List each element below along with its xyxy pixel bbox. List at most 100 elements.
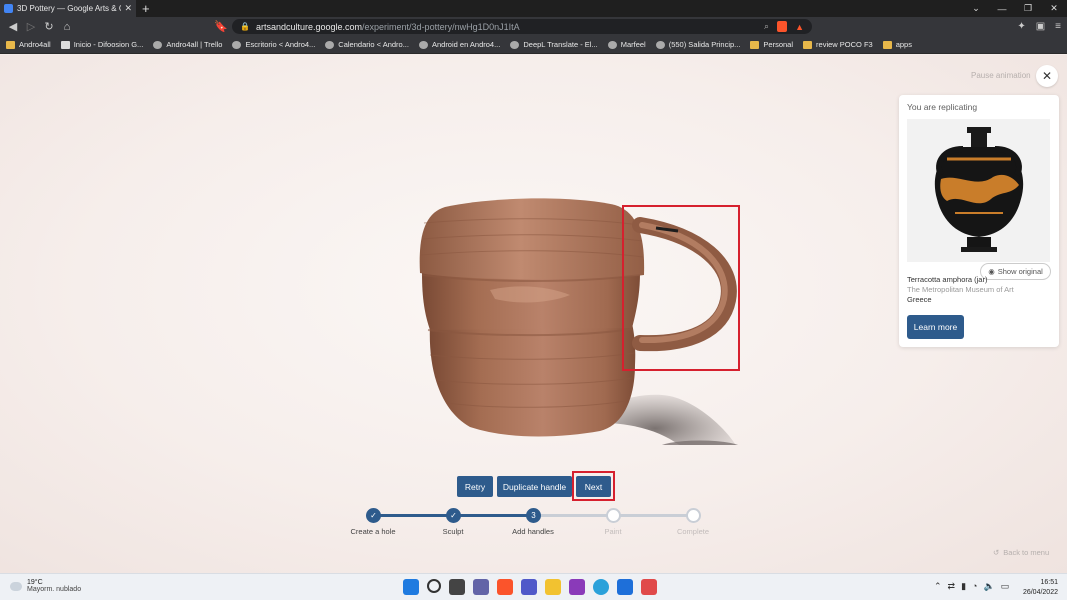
bookmark-item[interactable]: Android en Andro4... bbox=[418, 40, 501, 49]
bookmark-label: Android en Andro4... bbox=[431, 40, 501, 49]
clock-date: 26/04/2022 bbox=[1022, 589, 1058, 596]
step-marker bbox=[686, 508, 701, 523]
bookmark-label: Escritorio < Andro4... bbox=[245, 40, 316, 49]
wallet-icon[interactable]: ▣ bbox=[1036, 21, 1045, 32]
pause-animation-link[interactable]: Pause animation bbox=[971, 71, 1031, 80]
folder-icon bbox=[6, 40, 15, 49]
back-icon[interactable]: ◀ bbox=[4, 20, 22, 33]
window-controls: ⌄ — ❐ ✕ bbox=[963, 0, 1067, 17]
chat-icon[interactable] bbox=[473, 579, 489, 595]
step-label: Paint bbox=[604, 527, 622, 536]
reference-card: You are replicating ◉ Show original Terr… bbox=[899, 95, 1059, 347]
task-view-icon[interactable] bbox=[449, 579, 465, 595]
step-label: Complete bbox=[676, 527, 710, 536]
step-label: Create a hole bbox=[350, 527, 396, 536]
step-marker: ✓ bbox=[446, 508, 461, 523]
brave-rewards-icon[interactable]: ▲ bbox=[795, 22, 804, 32]
battery-icon[interactable]: ▭ bbox=[1001, 581, 1010, 592]
bookmark-item[interactable]: review POCO F3 bbox=[803, 40, 873, 49]
learn-more-button[interactable]: Learn more bbox=[907, 315, 964, 339]
handle-highlight-box bbox=[622, 205, 740, 371]
step-marker: 3 bbox=[526, 508, 541, 523]
lock-icon: 🔒 bbox=[240, 22, 250, 31]
bookmark-label: Andro4all | Trello bbox=[166, 40, 223, 49]
os-taskbar: 19°C Mayorm. nublado ⌃ ⇄ ▮ ◔ 🔈 ▭ 16:51 2… bbox=[0, 573, 1067, 600]
bookmark-label: Marfeel bbox=[620, 40, 646, 49]
pottery-experiment-page: Pause animation ✕ You are replicating ◉ … bbox=[0, 55, 1067, 573]
bookmark-label: Calendario < Andro... bbox=[338, 40, 409, 49]
network-icon[interactable]: ◔ bbox=[972, 581, 977, 592]
address-bar[interactable]: 🔒 artsandculture.google.com/experiment/3… bbox=[232, 19, 812, 34]
brave-shield-icon[interactable] bbox=[777, 21, 788, 32]
browser-toolbar: ◀ ▷ ↻ ⌂ 🔖 🔒 artsandculture.google.com/ex… bbox=[0, 17, 1067, 36]
teams-icon[interactable] bbox=[521, 579, 537, 595]
close-window-icon[interactable]: ✕ bbox=[1041, 3, 1067, 14]
bookmark-item[interactable]: DeepL Translate - El... bbox=[510, 40, 598, 49]
bookmark-item[interactable]: Personal bbox=[750, 40, 793, 49]
cloud-icon bbox=[10, 581, 22, 591]
handle-shadow bbox=[661, 440, 739, 445]
home-icon[interactable]: ⌂ bbox=[58, 21, 76, 33]
close-tab-icon[interactable]: ✕ bbox=[124, 3, 132, 14]
browser-tab[interactable]: 3D Pottery — Google Arts & Cult ✕ bbox=[0, 0, 136, 17]
usb-icon[interactable]: ⇄ bbox=[948, 581, 956, 592]
bookmark-item[interactable]: Marfeel bbox=[607, 40, 646, 49]
forward-icon[interactable]: ▷ bbox=[22, 20, 40, 33]
museum-name[interactable]: The Metropolitan Museum of Art bbox=[907, 285, 1014, 294]
bookmark-item[interactable]: Escritorio < Andro4... bbox=[232, 40, 315, 49]
brave-browser-icon[interactable] bbox=[497, 579, 513, 595]
bookmark-item[interactable]: apps bbox=[882, 40, 912, 49]
volume-icon[interactable]: 🔈 bbox=[983, 581, 994, 592]
weather-widget[interactable]: 19°C Mayorm. nublado bbox=[10, 579, 81, 593]
duplicate-handle-button[interactable]: Duplicate handle bbox=[497, 476, 572, 497]
show-original-button[interactable]: ◉ Show original bbox=[980, 263, 1051, 280]
object-name: Terracotta amphora (jar) bbox=[907, 275, 988, 284]
bookmark-label: Andro4all bbox=[19, 40, 51, 49]
taskbar-apps bbox=[403, 579, 657, 595]
app-icon-2[interactable] bbox=[617, 579, 633, 595]
app-icon[interactable] bbox=[569, 579, 585, 595]
chevron-up-icon[interactable]: ⌃ bbox=[934, 581, 942, 592]
telegram-icon[interactable] bbox=[593, 579, 609, 595]
minimize-icon[interactable]: — bbox=[989, 4, 1015, 14]
clock-time: 16:51 bbox=[1040, 579, 1058, 586]
amphora-image: ◉ Show original bbox=[907, 119, 1051, 280]
restore-icon[interactable]: ❐ bbox=[1015, 3, 1041, 14]
menu-icon[interactable]: ≡ bbox=[1055, 21, 1061, 32]
bookmark-label: (550) Salida Princip... bbox=[668, 40, 741, 49]
tab-search-icon[interactable]: ⌄ bbox=[963, 3, 989, 14]
reload-icon[interactable]: ↻ bbox=[40, 20, 58, 33]
bookmark-label: review POCO F3 bbox=[816, 40, 873, 49]
bookmark-item[interactable]: Andro4all | Trello bbox=[153, 40, 222, 49]
step-label: Add handles bbox=[512, 527, 554, 536]
clock[interactable]: 16:51 26/04/2022 bbox=[1020, 578, 1058, 598]
extensions-icon[interactable]: ✦ bbox=[1017, 21, 1025, 32]
back-to-menu-link[interactable]: ↺ Back to menu bbox=[993, 548, 1049, 557]
site-favicon-icon bbox=[4, 4, 13, 13]
bookmark-item[interactable]: (550) Salida Princip... bbox=[655, 40, 741, 49]
bookmark-label: Personal bbox=[763, 40, 794, 49]
bluetooth-icon[interactable]: ▮ bbox=[961, 581, 966, 592]
android-icon bbox=[418, 40, 428, 49]
bookmark-page-icon[interactable]: 🔖 bbox=[212, 20, 230, 33]
deepl-icon bbox=[510, 40, 520, 49]
search-icon[interactable] bbox=[427, 579, 441, 593]
retry-button[interactable]: Retry bbox=[457, 476, 493, 497]
folder-icon bbox=[750, 40, 760, 49]
zoom-search-icon[interactable]: ⌕ bbox=[764, 21, 769, 32]
bookmark-item[interactable]: Calendario < Andro... bbox=[325, 40, 409, 49]
folder-icon bbox=[882, 40, 892, 49]
close-experiment-button[interactable]: ✕ bbox=[1036, 65, 1058, 87]
bookmark-item[interactable]: Andro4all bbox=[6, 40, 51, 49]
bookmark-item[interactable]: Inicio - Difoosion G... bbox=[60, 40, 143, 49]
windows-start-icon[interactable] bbox=[403, 579, 419, 595]
bookmarks-bar: Andro4all Inicio - Difoosion G... Andro4al… bbox=[0, 36, 1067, 54]
file-explorer-icon[interactable] bbox=[545, 579, 561, 595]
new-tab-icon[interactable]: + bbox=[142, 1, 150, 16]
amphora-icon bbox=[934, 127, 1024, 252]
snipping-tool-icon[interactable] bbox=[641, 579, 657, 595]
back-to-menu-label: Back to menu bbox=[1003, 548, 1050, 557]
next-highlight-box bbox=[572, 471, 615, 501]
marfeel-icon bbox=[607, 40, 617, 49]
system-tray: ⌃ ⇄ ▮ ◔ 🔈 ▭ bbox=[934, 581, 1009, 592]
